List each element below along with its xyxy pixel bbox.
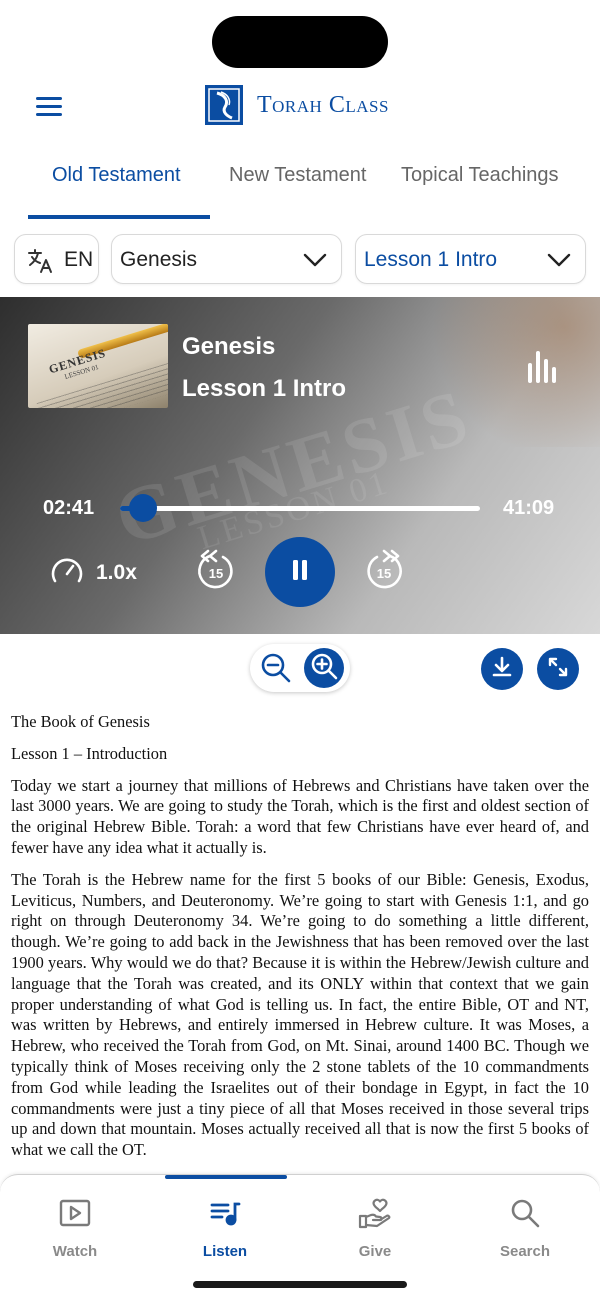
nav-label: Listen [202, 1243, 248, 1260]
album-artwork: GENESIS LESSON 01 [28, 324, 168, 408]
playback-speed-button[interactable]: 1.0x [50, 555, 137, 590]
download-button[interactable] [481, 648, 523, 690]
zoom-out-icon[interactable] [260, 652, 292, 684]
lesson-dropdown[interactable]: Lesson 1 Intro [355, 234, 586, 284]
zoom-controls [250, 644, 350, 692]
audio-player: GENESIS LESSON 01 GENESIS LESSON 01 Gene… [0, 297, 600, 634]
home-indicator [193, 1281, 407, 1288]
tab-topical-teachings[interactable]: Topical Teachings [401, 164, 559, 187]
track-title: Genesis [182, 333, 276, 360]
document-title: The Book of Genesis [11, 712, 150, 731]
app-header: Torah Class [0, 80, 600, 136]
device-notch [212, 16, 388, 68]
lesson-selected: Lesson 1 Intro [364, 248, 498, 271]
nav-label: Give [358, 1243, 392, 1260]
elapsed-time: 02:41 [43, 497, 95, 519]
paragraph: The Torah is the Hebrew name for the fir… [11, 869, 589, 1160]
total-duration: 41:09 [503, 497, 555, 519]
document-subtitle: Lesson 1 – Introduction [11, 743, 168, 763]
fullscreen-button[interactable] [537, 648, 579, 690]
book-selected: Genesis [120, 248, 198, 271]
selector-row: EN Genesis Lesson 1 Intro [0, 234, 600, 284]
tab-new-testament[interactable]: New Testament [229, 164, 366, 187]
audio-bars-icon[interactable] [526, 349, 562, 390]
nav-watch[interactable]: Watch [15, 1193, 135, 1260]
search-icon [465, 1193, 585, 1233]
skip-back-seconds: 15 [209, 566, 223, 581]
skip-forward-seconds: 15 [377, 566, 391, 581]
play-square-icon [15, 1193, 135, 1233]
skip-back-button[interactable]: 15 [196, 549, 236, 596]
pause-icon [291, 559, 309, 586]
active-nav-indicator [165, 1175, 287, 1179]
progress-track[interactable] [120, 494, 480, 522]
translate-icon [27, 247, 55, 280]
menu-icon[interactable] [36, 97, 62, 117]
nav-search[interactable]: Search [465, 1193, 585, 1260]
testament-tabs: Old Testament New Testament Topical Teac… [0, 150, 600, 220]
expand-icon [546, 655, 570, 684]
torah-scroll-icon [205, 85, 243, 125]
nav-give[interactable]: Give [315, 1193, 435, 1260]
nav-listen[interactable]: Listen [165, 1193, 285, 1260]
track-subtitle: Lesson 1 Intro [182, 375, 347, 402]
zoom-in-button[interactable] [304, 648, 344, 688]
brand-name: Torah Class [257, 91, 389, 118]
chevron-down-icon [303, 249, 327, 276]
playlist-music-icon [165, 1193, 285, 1233]
nav-label: Search [499, 1243, 551, 1260]
language-selector[interactable]: EN [14, 234, 99, 284]
tab-old-testament[interactable]: Old Testament [52, 164, 181, 187]
speedometer-icon [50, 555, 84, 590]
paragraph: Today we start a journey that millions o… [11, 775, 589, 857]
pause-button[interactable] [265, 537, 335, 607]
brand-logo: Torah Class [205, 85, 389, 125]
active-tab-underline [28, 215, 210, 219]
language-code: EN [64, 248, 94, 271]
chevron-down-icon [547, 249, 571, 276]
nav-label: Watch [52, 1243, 98, 1260]
lesson-transcript: The Book of Genesis Lesson 1 – Introduct… [11, 712, 589, 1172]
playback-speed: 1.0x [96, 560, 137, 584]
skip-forward-button[interactable]: 15 [364, 549, 404, 596]
hand-heart-icon [315, 1193, 435, 1233]
book-dropdown[interactable]: Genesis [111, 234, 342, 284]
zoom-in-icon [310, 652, 338, 685]
download-icon [490, 655, 514, 684]
